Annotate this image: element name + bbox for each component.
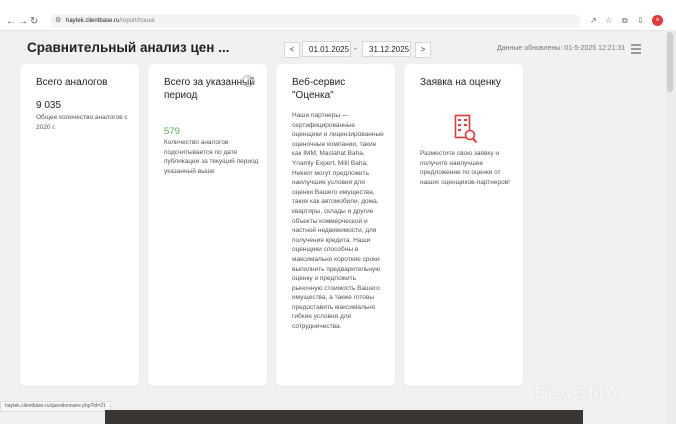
date-separator: - — [354, 44, 357, 53]
url-host: haytek.clientbase.ru — [66, 18, 120, 24]
page-title: Сравнительный анализ цен ... — [27, 40, 230, 55]
total-analogs-card: Всего аналогов 9 035 Общее количество ан… — [20, 64, 139, 386]
help-icon[interactable]: ? — [242, 75, 254, 87]
share-icon[interactable]: ↗ — [590, 16, 597, 26]
downloads-icon[interactable]: ⇩ — [637, 16, 644, 26]
date-to-input[interactable]: 31.12.2025 — [362, 41, 411, 57]
back-icon[interactable]: ← — [6, 16, 16, 28]
card-description: Разместите свою заявку и получите наилуч… — [420, 150, 510, 186]
date-next-button[interactable]: > — [415, 42, 431, 58]
web-service-card: Веб-сервис "Оценка" Наши партнеры — серт… — [276, 64, 395, 386]
date-prev-button[interactable]: < — [284, 42, 300, 58]
site-info-icon[interactable]: ⚙ — [55, 14, 61, 28]
data-updated-label: Данные обновлены: 01-5-2025 12:21:31 — [497, 45, 626, 52]
request-appraisal-card[interactable]: Заявка на оценку Разместите свою заявку … — [404, 64, 523, 386]
extensions-icon[interactable]: ⧉ — [622, 16, 628, 26]
card-title: Всего аналогов — [36, 77, 108, 88]
total-analogs-value: 9 035 — [36, 100, 62, 111]
card-description: Общее количество аналогов с 2020 г. — [36, 114, 128, 131]
status-bar-link: haytek.clientbase.ru/questionnaire.php?i… — [0, 401, 111, 412]
period-analogs-card: Всего за указанный период ? 579 Количест… — [148, 64, 267, 386]
bookmark-star-icon[interactable]: ☆ — [605, 16, 612, 26]
card-title: Веб-сервис "Оценка" — [292, 77, 346, 101]
hamburger-menu-icon[interactable] — [631, 44, 641, 56]
watermark: FLAGMA — [534, 384, 620, 404]
url-path: /report/house — [119, 18, 155, 24]
address-bar[interactable]: ⚙ haytek.clientbase.ru/report/house — [50, 14, 580, 28]
document-search-icon[interactable] — [454, 114, 478, 144]
browser-toolbar: ← → ↻ ⚙ haytek.clientbase.ru/report/hous… — [0, 0, 676, 31]
period-analogs-value: 579 — [164, 126, 180, 137]
card-title: Заявка на оценку — [420, 77, 501, 88]
scrollbar-thumb[interactable] — [667, 32, 673, 92]
date-from-input[interactable]: 01.01.2025 — [302, 41, 351, 57]
banner-image-strip — [105, 410, 583, 424]
reload-icon[interactable]: ↻ — [30, 16, 38, 28]
profile-avatar[interactable]: × — [652, 15, 663, 26]
card-description: Наши партнеры — сертифицированные оценщи… — [292, 112, 384, 331]
card-description: Количество аналогов подсчитывается по да… — [164, 139, 259, 175]
forward-icon[interactable]: → — [18, 16, 28, 28]
